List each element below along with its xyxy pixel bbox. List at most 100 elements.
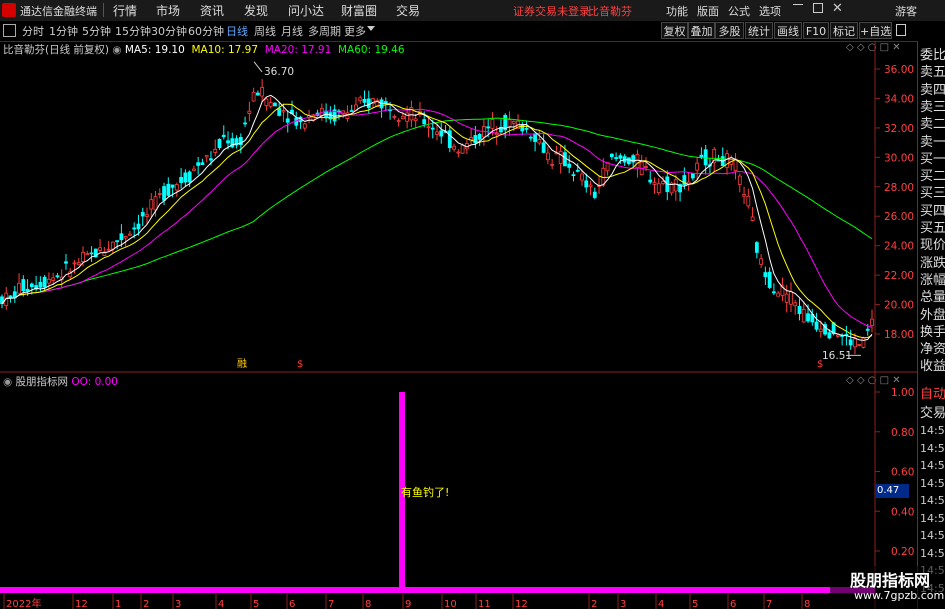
mark-button[interactable]: 标记	[830, 22, 858, 39]
period-weekly[interactable]: 周线	[254, 23, 276, 39]
menu-options[interactable]: 选项	[759, 3, 781, 19]
quote-field-label: 买五	[920, 221, 945, 236]
period-15min[interactable]: 15分钟	[115, 23, 151, 39]
period-daily[interactable]: 日线	[226, 23, 248, 39]
price-tick-label: 18.00	[884, 329, 914, 341]
menu-quotes[interactable]: 行情	[113, 2, 137, 19]
menu-layout[interactable]: 版面	[697, 3, 719, 19]
multi-stock-button[interactable]: 多股	[715, 22, 744, 39]
menu-trade[interactable]: 交易	[396, 2, 420, 19]
price-tick-label: 24.00	[884, 241, 914, 253]
candle-body	[827, 332, 832, 339]
candle-body	[759, 258, 764, 265]
candle-body	[695, 162, 700, 171]
candle-body	[776, 292, 781, 297]
x-axis-label: 2	[591, 599, 597, 609]
chevron-down-icon[interactable]	[367, 26, 375, 31]
draw-line-button[interactable]: 画线	[774, 22, 802, 39]
close-icon[interactable]: ✕	[832, 1, 843, 16]
candle-body	[742, 194, 746, 197]
guest-user[interactable]: 游客	[895, 3, 917, 19]
candle-body	[8, 295, 13, 298]
period-60min[interactable]: 60分钟	[188, 23, 224, 39]
menu-wealth[interactable]: 财富圈	[341, 2, 377, 19]
quote-field-label: 外盘	[920, 307, 945, 323]
candle-body	[76, 262, 81, 266]
period-multi[interactable]: 多周期	[308, 23, 341, 39]
candle-body	[571, 174, 576, 177]
candle-body	[132, 227, 137, 230]
overlay-button[interactable]: 叠加	[688, 22, 715, 39]
period-1min[interactable]: 1分钟	[49, 23, 78, 39]
candle-body	[157, 193, 162, 195]
f10-button[interactable]: F10	[803, 22, 829, 39]
candle-body	[635, 154, 640, 169]
period-timeshare[interactable]: 分时	[22, 23, 44, 39]
adjust-button[interactable]: 复权	[661, 22, 688, 39]
candle-body	[767, 271, 772, 288]
menu-xiaoda[interactable]: 问小达	[288, 2, 324, 19]
candle-body	[260, 87, 265, 97]
candle-body	[835, 334, 840, 337]
candle-body	[47, 278, 51, 284]
candle-body	[140, 212, 145, 217]
signal-annotation: 有鱼钓了!	[401, 485, 449, 499]
period-more[interactable]: 更多	[344, 23, 366, 39]
restore-icon[interactable]	[813, 3, 823, 13]
menu-functions[interactable]: 功能	[666, 3, 688, 19]
menu-news[interactable]: 资讯	[200, 2, 224, 19]
quote-field-label: 现价	[920, 238, 945, 254]
grid-icon[interactable]	[3, 24, 16, 37]
event-marker[interactable]: $	[817, 359, 823, 370]
candle-body	[400, 115, 405, 119]
login-status[interactable]: 证券交易未登录	[513, 3, 590, 19]
candle-body	[149, 199, 154, 210]
high-pointer	[253, 61, 263, 73]
candle-body	[699, 154, 704, 158]
chart-canvas[interactable]: 36.00 34.00 32.00 30.00 28.00 26.00 24.00 22.00…	[0, 41, 917, 609]
menu-formula[interactable]: 公式	[728, 3, 750, 19]
candle-body	[166, 183, 171, 196]
trade-time: 14:56	[920, 476, 945, 490]
panel-toggle-icon[interactable]	[896, 24, 906, 36]
price-tick-label: 22.00	[884, 270, 914, 282]
candle-body	[797, 306, 802, 314]
stats-button[interactable]: 统计	[745, 22, 773, 39]
price-tick-label: 36.00	[884, 64, 914, 76]
candle-body	[247, 110, 252, 114]
event-marker[interactable]: 融	[237, 358, 247, 370]
candle-body	[656, 183, 661, 194]
candle-body	[302, 123, 307, 129]
candle-body	[861, 337, 866, 348]
candle-body	[567, 163, 572, 168]
candle-body	[213, 148, 218, 153]
period-30min[interactable]: 30分钟	[151, 23, 187, 39]
period-5min[interactable]: 5分钟	[82, 23, 111, 39]
price-tick-label: 28.00	[884, 182, 914, 194]
candle-body	[42, 276, 47, 288]
candle-body	[592, 191, 597, 198]
candle-body	[853, 338, 857, 348]
candle-body	[17, 282, 21, 294]
candle-body	[251, 91, 256, 102]
menu-market[interactable]: 市场	[156, 2, 180, 19]
period-monthly[interactable]: 月线	[281, 23, 303, 39]
candle-body	[98, 247, 102, 251]
candle-body	[405, 112, 410, 122]
event-marker[interactable]: $	[297, 359, 303, 370]
add-watchlist-button[interactable]: +自选	[859, 22, 892, 39]
menu-discover[interactable]: 发现	[244, 2, 268, 19]
candle-body	[690, 173, 695, 179]
candle-body	[614, 157, 619, 159]
candle-body	[217, 138, 222, 149]
candle-body	[460, 144, 465, 154]
candle-body	[106, 248, 111, 251]
trade-label: 交易	[920, 406, 945, 421]
candle-body	[123, 236, 128, 239]
candle-body	[422, 119, 427, 125]
minimize-icon[interactable]	[793, 4, 803, 5]
candle-body	[490, 119, 495, 129]
candle-body	[21, 279, 26, 292]
auto-trade-toggle[interactable]: 自动	[920, 383, 945, 402]
candle-body	[618, 155, 623, 159]
